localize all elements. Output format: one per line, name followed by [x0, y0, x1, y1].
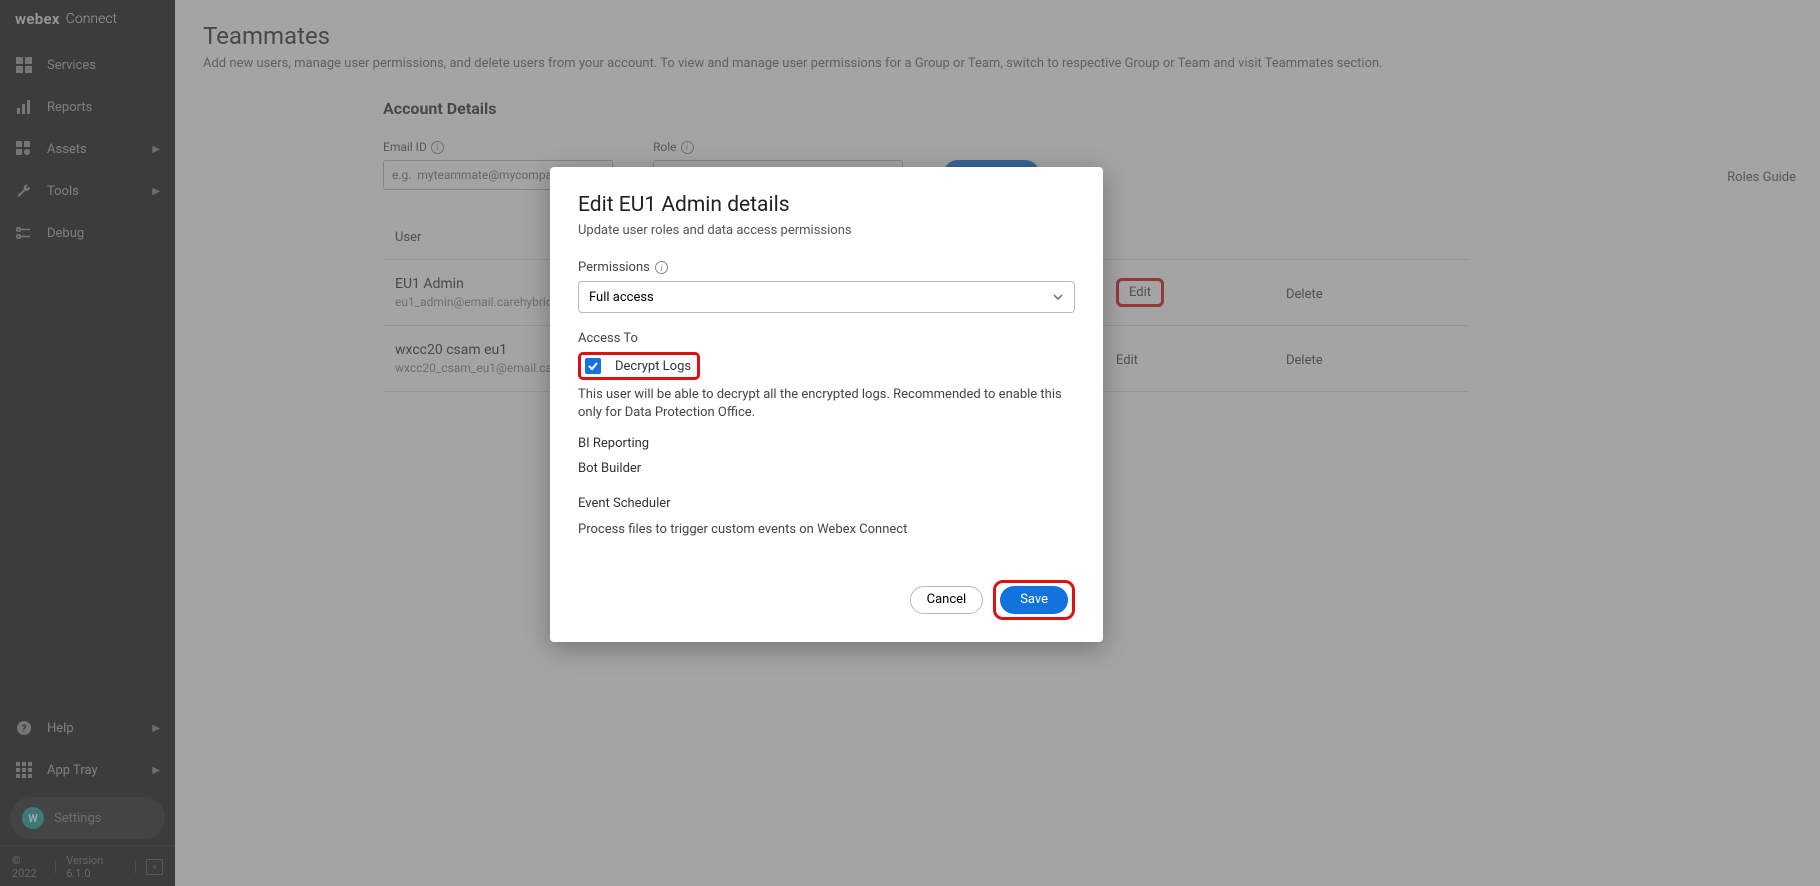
permissions-select[interactable]: Full access — [578, 281, 1075, 313]
permissions-value: Full access — [589, 290, 654, 305]
modal-footer: Cancel Save — [578, 580, 1075, 620]
save-button[interactable]: Save — [1000, 586, 1068, 614]
modal-title: Edit EU1 Admin details — [578, 193, 1075, 217]
modal-subtitle: Update user roles and data access permis… — [578, 223, 1075, 238]
cancel-button[interactable]: Cancel — [910, 586, 984, 614]
event-scheduler-hint: Process files to trigger custom events o… — [578, 521, 1075, 539]
info-icon[interactable]: i — [655, 261, 668, 274]
decrypt-logs-row: Decrypt Logs — [578, 352, 1075, 380]
decrypt-logs-label: Decrypt Logs — [615, 359, 691, 374]
event-scheduler-item[interactable]: Event Scheduler — [578, 496, 1075, 511]
bi-reporting-item[interactable]: BI Reporting — [578, 436, 1075, 451]
chevron-down-icon — [1052, 291, 1064, 303]
access-to-label: Access To — [578, 331, 1075, 346]
permissions-label: Permissions i — [578, 260, 1075, 275]
decrypt-logs-hint: This user will be able to decrypt all th… — [578, 386, 1075, 422]
bot-builder-item[interactable]: Bot Builder — [578, 461, 1075, 476]
edit-user-modal: Edit EU1 Admin details Update user roles… — [550, 167, 1103, 642]
decrypt-logs-checkbox[interactable] — [585, 358, 601, 374]
